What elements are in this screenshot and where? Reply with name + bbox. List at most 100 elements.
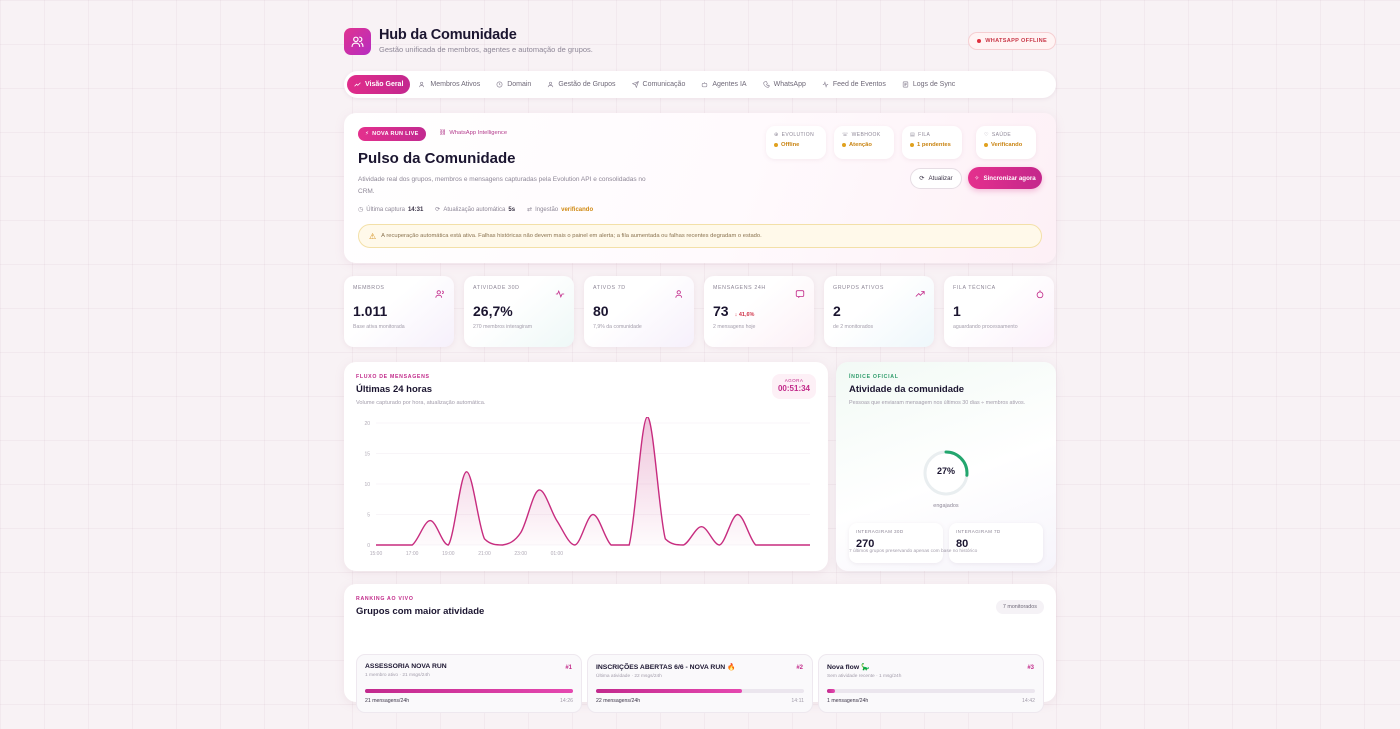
last-capture: ◷ Última captura 14:31 — [358, 206, 424, 214]
recovery-alert: ⚠ A recuperação automática está ativa. F… — [358, 224, 1042, 248]
trend-icon — [915, 286, 925, 297]
hero-meta: ◷ Última captura 14:31 ⟳ Atualização aut… — [358, 206, 593, 214]
y-tick-label: 0 — [367, 543, 370, 549]
metric-value-row: 1.011 — [353, 303, 445, 319]
group-activity-bar — [596, 689, 804, 693]
last-capture-label: Última captura — [366, 206, 405, 213]
auto-update-value: 5s — [508, 206, 516, 213]
chart-title: Últimas 24 horas — [356, 384, 433, 395]
group-card[interactable]: ASSESSORIA NOVA RUN 1 membro ativo · 21 m… — [356, 654, 582, 713]
status-dot-icon — [842, 143, 846, 147]
metric-subtitle: aguardando processamento — [953, 324, 1018, 330]
mini-stat-7d: INTERAGIRAM 7D 80 — [949, 523, 1043, 563]
group-card[interactable]: INSCRIÇÕES ABERTAS 6/6 - NOVA RUN 🔥 Últim… — [587, 654, 813, 713]
nav-tabs: Visão Geral Membros Ativos Domain Gestão… — [344, 71, 1056, 98]
group-rank: #2 — [796, 665, 803, 671]
message-flow-card: FLUXO DE MENSAGENS Últimas 24 horas Volu… — [344, 362, 828, 571]
status-card-label: ▤ FILA — [910, 132, 954, 138]
tab-gestao-grupos[interactable]: Gestão de Grupos — [540, 75, 622, 94]
status-card-value-text: Verificando — [991, 142, 1023, 148]
tab-agentes-ia[interactable]: Agentes IA — [694, 75, 753, 94]
metric-value: 73 — [713, 303, 729, 319]
metric-label: GRUPOS ATIVOS — [833, 285, 884, 291]
metric-value: 2 — [833, 303, 841, 319]
metric-card[interactable]: ATIVOS 7D 80 7,9% da comunidade — [584, 276, 694, 347]
user-icon — [547, 81, 554, 88]
gauge-value: 27% — [936, 466, 955, 476]
group-card[interactable]: Nova flow 🦕 Sem atividade recente · 1 msg… — [818, 654, 1044, 713]
metric-label: ATIVIDADE 30D — [473, 285, 520, 291]
sparkle-icon: ✧ — [974, 174, 980, 182]
status-card-value: 1 pendentes — [910, 142, 954, 148]
refresh-icon: ⟳ — [435, 207, 441, 213]
status-card-value-text: 1 pendentes — [917, 142, 951, 148]
tab-label: Logs de Sync — [912, 81, 956, 88]
y-tick-label: 10 — [364, 482, 370, 488]
status-card-value-text: Offline — [781, 142, 800, 148]
y-tick-label: 15 — [364, 452, 370, 458]
sync-now-button[interactable]: ✧ Sincronizar agora — [968, 167, 1042, 189]
tab-label: Gestão de Grupos — [558, 81, 616, 88]
x-tick-label: 17:00 — [406, 551, 419, 557]
tab-label: Visão Geral — [365, 81, 404, 88]
last-capture-value: 14:31 — [407, 206, 424, 213]
y-tick-label: 20 — [364, 421, 370, 427]
feed-icon — [822, 81, 829, 88]
tab-membros-ativos[interactable]: Membros Ativos — [412, 75, 487, 94]
phone-icon — [762, 81, 770, 88]
tab-domain[interactable]: Domain — [489, 75, 538, 94]
metric-card[interactable]: ATIVIDADE 30D 26,7% 270 membros interagira… — [464, 276, 574, 347]
status-card-value: Verificando — [984, 142, 1028, 148]
tab-label: Domain — [507, 81, 532, 88]
tab-comunicacao[interactable]: Comunicação — [625, 75, 693, 94]
tab-label: Comunicação — [642, 81, 686, 88]
status-dot-icon — [774, 143, 778, 147]
now-label: AGORA — [784, 378, 804, 383]
group-activity-fill — [827, 689, 836, 693]
header: Hub da Comunidade Gestão unificada de me… — [344, 24, 1056, 64]
metric-value-row: 26,7% — [473, 303, 565, 319]
send-icon — [631, 81, 639, 88]
group-ranking-card: RANKING AO VIVO Grupos com maior ativida… — [344, 584, 1056, 713]
activity-description: Pessoas que enviaram mensagem nos último… — [849, 400, 1026, 406]
metric-card[interactable]: FILA TÉCNICA 1 aguardando processamento — [944, 276, 1054, 347]
intel-pill-label: WhatsApp Intelligence — [449, 130, 508, 136]
log-icon — [902, 81, 909, 88]
tab-visao-geral[interactable]: Visão Geral — [347, 75, 411, 94]
live-pill-label: NOVA RUN LIVE — [372, 131, 419, 137]
users-icon — [419, 81, 426, 88]
group-name: ASSESSORIA NOVA RUN — [365, 663, 447, 670]
status-card-fila[interactable]: ▤ FILA 1 pendentes — [902, 126, 962, 159]
tab-whatsapp[interactable]: WhatsApp — [756, 75, 813, 94]
tab-feed-eventos[interactable]: Feed de Eventos — [815, 75, 893, 94]
status-card-label: ☏ WEBHOOK — [842, 132, 886, 138]
chart-eyebrow: FLUXO DE MENSAGENS — [356, 374, 430, 380]
metric-subtitle: de 2 monitorados — [833, 324, 874, 330]
metric-card[interactable]: GRUPOS ATIVOS 2 de 2 monitorados — [824, 276, 934, 347]
group-messages: 22 mensagens/24h — [596, 698, 641, 704]
metric-subtitle: 7,9% da comunidade — [593, 324, 642, 330]
warning-icon: ⚠ — [369, 231, 377, 241]
group-activity-bar — [365, 689, 573, 693]
link-icon: ⛓ — [439, 130, 447, 136]
status-card-label: ⊕ EVOLUTION — [774, 132, 818, 138]
mini-stat-30d: INTERAGIRAM 30D 270 — [849, 523, 943, 563]
update-button[interactable]: ⟳ Atualizar — [910, 168, 962, 189]
page-subtitle: Gestão unificada de membros, agentes e a… — [379, 45, 593, 54]
sync-button-label: Sincronizar agora — [983, 174, 1036, 182]
whatsapp-status-badge[interactable]: WHATSAPP OFFLINE — [968, 32, 1056, 50]
metric-card[interactable]: MENSAGENS 24H 73 ↓ 41,6% 2 mensagens hoje — [704, 276, 814, 347]
clock-icon — [496, 81, 503, 88]
heart-icon: ♡ — [984, 132, 989, 138]
status-card-webhook[interactable]: ☏ WEBHOOK Atenção — [834, 126, 894, 159]
group-rank: #1 — [565, 665, 572, 671]
group-activity-bar — [827, 689, 1035, 693]
metric-card[interactable]: MEMBROS 1.011 Base ativa monitorada — [344, 276, 454, 347]
metric-value: 1 — [953, 303, 961, 319]
status-card-evolution[interactable]: ⊕ EVOLUTION Offline — [766, 126, 826, 159]
refresh-icon: ⟳ — [919, 175, 925, 182]
status-card-saude[interactable]: ♡ SAÚDE Verificando — [976, 126, 1036, 159]
metric-label: ATIVOS 7D — [593, 285, 626, 291]
tab-logs-sync[interactable]: Logs de Sync — [895, 75, 962, 94]
group-name: INSCRIÇÕES ABERTAS 6/6 - NOVA RUN 🔥 — [596, 664, 736, 671]
